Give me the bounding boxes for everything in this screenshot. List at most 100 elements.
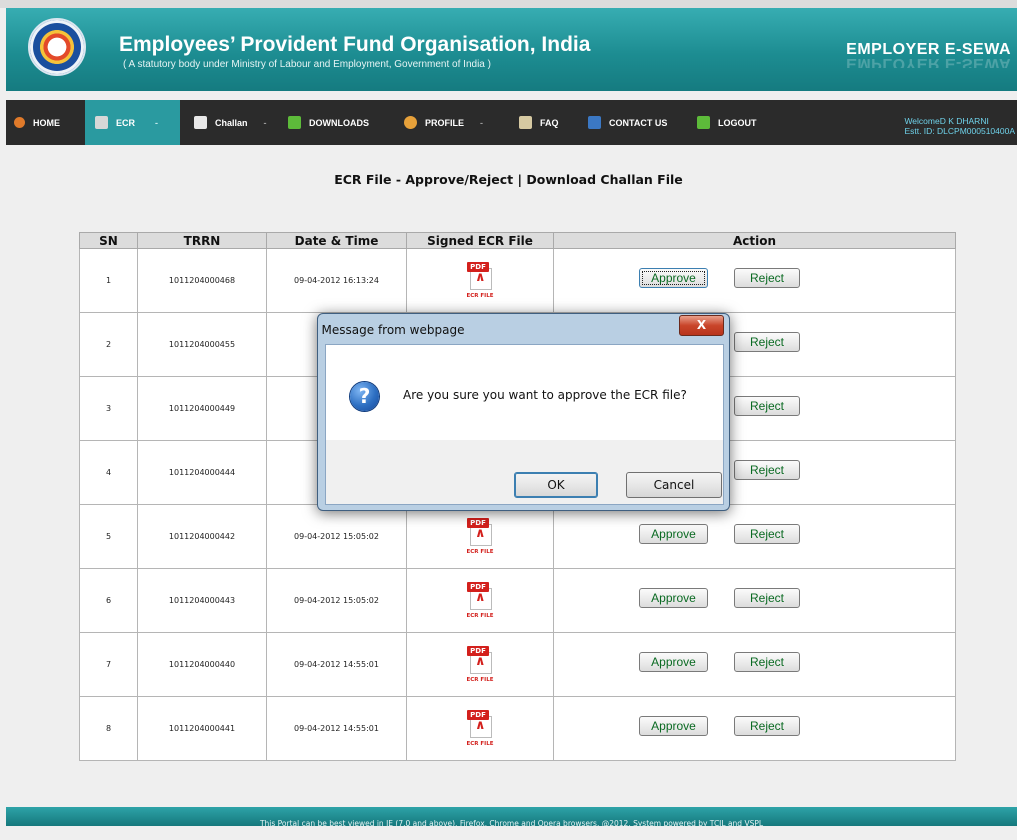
table-row: 5 1011204000442 09-04-2012 15:05:02 PDF ∧ ECR… [79,504,956,569]
cell-datetime: 09-04-2012 15:05:02 [266,568,407,633]
main-nav: HOME ECR - Challan - DOWNLOADS PROFILE -… [6,100,1017,145]
acrobat-icon: ∧ [475,269,486,285]
org-subtitle: ( A statutory body under Ministry of Lab… [123,59,491,70]
reject-button[interactable]: Reject [734,460,800,480]
browser-top-strip [0,0,1017,8]
dialog-message: Are you sure you want to approve the ECR… [403,388,687,402]
cell-action: Approve Reject [553,696,956,761]
brand-title: EMPLOYER E-SEWA [846,41,1011,58]
cell-datetime: 09-04-2012 14:55:01 [266,632,407,697]
welcome-block: WelcomeD K DHARNI Estt. ID: DLCPM0005104… [904,116,1015,136]
table-row: 8 1011204000441 09-04-2012 14:55:01 PDF ∧ ECR… [79,696,956,761]
col-action: Action [553,232,956,249]
col-trrn: TRRN [137,232,267,249]
nav-challan-label: Challan [215,117,248,128]
nav-faq-label: FAQ [540,117,559,128]
dialog-body: ? Are you sure you want to approve the E… [325,344,724,505]
approve-button[interactable]: Approve [639,588,708,608]
nav-ecr-label: ECR [116,117,136,128]
approve-button[interactable]: Approve [639,652,708,672]
cell-trrn: 1011204000444 [137,440,267,505]
logout-icon [697,116,710,129]
nav-home[interactable]: HOME [14,100,60,145]
reject-button[interactable]: Reject [734,268,800,288]
cell-signed-ecr: PDF∧ECR FILE [406,632,554,697]
question-icon: ? [350,382,379,411]
table-header-row: SN TRRN Date & Time Signed ECR File Acti… [79,232,956,249]
cell-sn: 7 [79,632,138,697]
cell-trrn: 1011204000443 [137,568,267,633]
cell-signed-ecr: PDF∧ECR FILE [406,568,554,633]
page-title: ECR File - Approve/Reject | Download Cha… [334,172,683,187]
cell-sn: 8 [79,696,138,761]
welcome-user: WelcomeD K DHARNI [904,116,989,126]
cell-sn: 1 [79,248,138,313]
col-signed-ecr: Signed ECR File [406,232,554,249]
site-footer: This Portal can be best viewed in IE (7.… [6,807,1017,828]
cell-signed-ecr: PDF∧ECR FILE [406,248,554,313]
org-title: Employees’ Provident Fund Organisation, … [119,33,591,56]
cell-signed-ecr: PDF∧ECR FILE [406,696,554,761]
pdf-file-icon[interactable]: PDF∧ECR FILE [465,642,495,688]
cell-sn: 5 [79,504,138,569]
reject-button[interactable]: Reject [734,396,800,416]
pdf-file-icon[interactable]: PDF∧ECR FILE [465,514,495,560]
col-sn: SN [79,232,138,249]
nav-profile[interactable]: PROFILE - [404,100,483,145]
pdf-caption: ECR FILE [466,292,494,299]
approve-button[interactable]: Approve [639,268,708,288]
cell-trrn: 1011204000440 [137,632,267,697]
reject-button[interactable]: Reject [734,652,800,672]
contact-icon [588,116,601,129]
pdf-caption: ECR FILE [466,612,494,619]
reject-button[interactable]: Reject [734,716,800,736]
dialog-cancel-button[interactable]: Cancel [626,472,722,498]
nav-contact[interactable]: CONTACT US [588,100,667,145]
nav-home-label: HOME [33,117,60,128]
printer-icon [194,116,207,129]
download-icon [288,116,301,129]
cell-datetime: 09-04-2012 15:05:02 [266,504,407,569]
nav-challan[interactable]: Challan - [194,100,267,145]
dialog-ok-button[interactable]: OK [514,472,598,498]
confirm-dialog: Message from webpage X ? Are you sure yo… [317,313,730,511]
cell-trrn: 1011204000455 [137,312,267,377]
cell-datetime: 09-04-2012 16:13:24 [266,248,407,313]
nav-ecr[interactable]: ECR - [85,100,180,145]
reject-button[interactable]: Reject [734,588,800,608]
nav-challan-sep: - [263,117,267,128]
dialog-close-button[interactable]: X [679,315,724,336]
cell-action: Approve Reject [553,568,956,633]
site-header: Employees’ Provident Fund Organisation, … [6,8,1017,91]
nav-logout[interactable]: LOGOUT [697,100,757,145]
nav-logout-label: LOGOUT [718,117,757,128]
table-row: 6 1011204000443 09-04-2012 15:05:02 PDF ∧ ECR… [79,568,956,633]
pdf-file-icon[interactable]: PDF∧ECR FILE [465,258,495,304]
nav-profile-label: PROFILE [425,117,465,128]
profile-icon [404,116,417,129]
establishment-id: Estt. ID: DLCPM000510400A [904,126,1015,136]
acrobat-icon: ∧ [475,589,486,605]
pdf-file-icon[interactable]: PDF∧ECR FILE [465,706,495,752]
reject-button[interactable]: Reject [734,332,800,352]
pdf-file-icon[interactable]: PDF∧ECR FILE [465,578,495,624]
nav-downloads-label: DOWNLOADS [309,117,369,128]
cell-sn: 3 [79,376,138,441]
cell-trrn: 1011204000441 [137,696,267,761]
nav-contact-label: CONTACT US [609,117,668,128]
cell-datetime: 09-04-2012 14:55:01 [266,696,407,761]
cell-action: Approve Reject [553,248,956,313]
nav-downloads[interactable]: DOWNLOADS [288,100,369,145]
brand-reflection: EMPLOYER E-SEWA [846,58,1011,68]
acrobat-icon: ∧ [475,653,486,669]
home-icon [14,117,25,128]
nav-faq[interactable]: FAQ [519,100,559,145]
faq-icon [519,116,532,129]
nav-ecr-sep: - [155,117,159,128]
approve-button[interactable]: Approve [639,524,708,544]
approve-button[interactable]: Approve [639,716,708,736]
epfo-logo [28,18,86,76]
cell-action: Approve Reject [553,504,956,569]
cell-action: Approve Reject [553,632,956,697]
reject-button[interactable]: Reject [734,524,800,544]
